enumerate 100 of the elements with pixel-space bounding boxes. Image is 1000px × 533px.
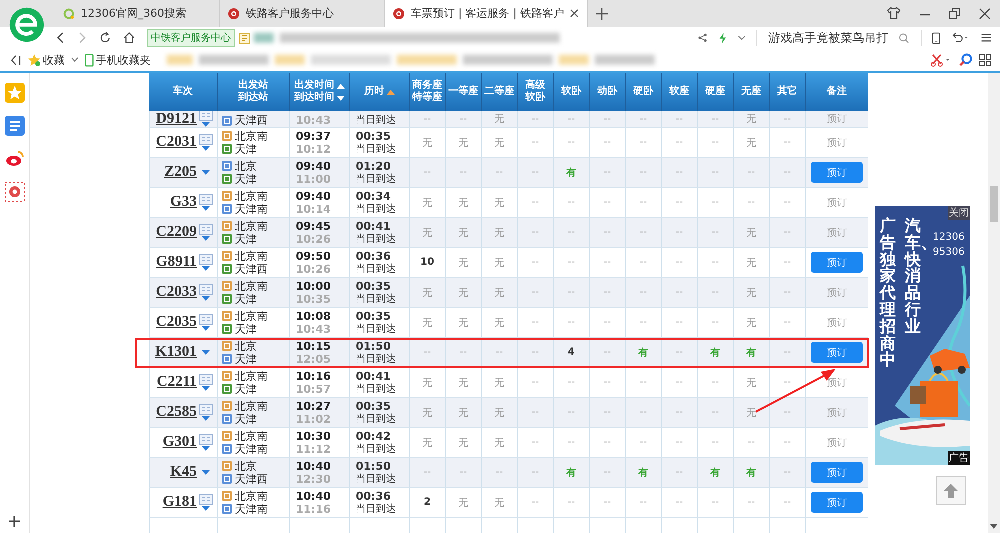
book-button[interactable]: 预订 xyxy=(811,462,863,483)
seat-availability: -- xyxy=(784,377,792,388)
collapse-sidebar-icon[interactable] xyxy=(10,54,22,66)
train-number[interactable]: G33 xyxy=(170,194,197,211)
browser-tab[interactable]: 车票预订 | 客运服务 | 铁路客户 xyxy=(385,0,588,27)
seat-availability: -- xyxy=(712,167,720,178)
chevron-down-icon[interactable] xyxy=(738,34,746,42)
duration: 00:41 xyxy=(356,220,392,232)
start-station-icon xyxy=(222,371,232,381)
seat-availability: 无 xyxy=(422,406,432,420)
seat-availability: -- xyxy=(460,114,468,124)
dropdown-icon[interactable] xyxy=(201,350,211,356)
station-name: 北京南 xyxy=(235,280,268,292)
column-header[interactable]: 车次 xyxy=(149,73,217,111)
train-number[interactable]: Z205 xyxy=(164,164,197,181)
home-icon[interactable] xyxy=(123,30,136,46)
train-number[interactable]: C2031 xyxy=(156,134,197,151)
book-button[interactable]: 预订 xyxy=(811,342,863,363)
train-number[interactable]: K45 xyxy=(170,464,197,481)
pass-station-icon xyxy=(222,161,232,171)
share-icon[interactable] xyxy=(698,32,708,44)
seat-availability: -- xyxy=(424,467,432,478)
train-number[interactable]: G8911 xyxy=(156,254,197,271)
scroll-down-icon[interactable] xyxy=(990,524,998,529)
seat-availability: -- xyxy=(604,437,612,448)
bookmark-item[interactable]: 收藏 xyxy=(28,52,65,68)
menu-icon[interactable] xyxy=(980,32,992,44)
seat-availability: -- xyxy=(568,257,576,268)
seat-availability: 无 xyxy=(458,256,468,270)
close-icon[interactable] xyxy=(570,9,580,18)
ad-close-button[interactable]: 关闭 xyxy=(948,206,970,220)
book-link[interactable]: 预订 xyxy=(827,436,847,450)
station-name: 北京南 xyxy=(235,220,268,232)
station-name: 天津南 xyxy=(235,202,268,216)
seat-availability: -- xyxy=(748,497,756,508)
book-link[interactable]: 预订 xyxy=(827,136,847,150)
add-icon[interactable] xyxy=(9,516,20,527)
departure-time: 10:16 xyxy=(296,370,332,382)
undo-icon[interactable] xyxy=(952,31,970,45)
scissors-icon[interactable] xyxy=(931,54,953,66)
seat-availability: -- xyxy=(784,407,792,418)
seat-availability: -- xyxy=(712,287,720,298)
train-number[interactable]: D9121 xyxy=(156,111,197,127)
book-link[interactable]: 预订 xyxy=(827,376,847,390)
dropdown-icon[interactable] xyxy=(201,470,211,476)
search-icon[interactable] xyxy=(899,32,910,44)
seat-availability: -- xyxy=(784,287,792,298)
back-to-top-button[interactable] xyxy=(936,476,966,505)
train-number[interactable]: G301 xyxy=(162,434,197,451)
back-icon[interactable] xyxy=(55,30,66,46)
seat-availability: -- xyxy=(568,197,576,208)
seat-availability: -- xyxy=(676,347,684,358)
seat-availability: 无 xyxy=(494,226,504,240)
grid-icon[interactable] xyxy=(979,54,992,66)
book-link[interactable]: 预订 xyxy=(827,286,847,300)
new-tab-icon[interactable] xyxy=(596,8,608,20)
book-link[interactable]: 预订 xyxy=(827,226,847,240)
browser-tab[interactable]: 12306官网_360搜索 xyxy=(55,0,220,27)
book-button[interactable]: 预订 xyxy=(811,162,863,183)
start-station-icon xyxy=(222,461,232,471)
seat-availability: -- xyxy=(604,114,612,124)
seat-availability: -- xyxy=(532,347,540,358)
train-number[interactable]: C2211 xyxy=(156,374,197,391)
arrival-note: 当日到达 xyxy=(356,114,397,127)
shirt-icon[interactable] xyxy=(887,7,901,20)
restore-icon[interactable] xyxy=(949,8,961,20)
dropdown-icon[interactable] xyxy=(201,170,211,176)
seat-availability: 无 xyxy=(458,496,468,510)
search-field[interactable]: 游戏高手竟被菜鸟吊打 xyxy=(768,30,888,46)
close-icon[interactable] xyxy=(979,8,991,20)
bookmark-item[interactable]: 手机收藏夹 xyxy=(85,52,151,68)
train-number[interactable]: G181 xyxy=(162,494,197,511)
seat-availability: -- xyxy=(568,317,576,328)
scroll-thumb[interactable] xyxy=(990,186,998,222)
book-button[interactable]: 预订 xyxy=(811,252,863,273)
seat-availability: 无 xyxy=(422,376,432,390)
train-number[interactable]: C2033 xyxy=(156,284,197,301)
list-icon[interactable] xyxy=(4,116,24,136)
scrollbar[interactable] xyxy=(988,73,1000,533)
chevron-down-icon[interactable] xyxy=(71,57,79,63)
address-field[interactable]: 中铁客户服务中心 xyxy=(146,28,687,48)
departure-time: 10:30 xyxy=(296,430,332,442)
duration: 00:42 xyxy=(356,430,392,442)
arrival-time: 11:02 xyxy=(296,412,332,426)
book-link[interactable]: 预订 xyxy=(827,316,847,330)
book-link[interactable]: 预订 xyxy=(827,406,847,420)
search-icon[interactable] xyxy=(959,53,973,67)
train-number[interactable]: C2209 xyxy=(156,224,197,241)
seat-availability: -- xyxy=(784,167,792,178)
phone-icon[interactable] xyxy=(932,30,942,46)
book-button[interactable]: 预订 xyxy=(811,492,863,513)
pass-station-icon xyxy=(222,204,232,214)
seat-availability: -- xyxy=(784,437,792,448)
train-number[interactable]: C2035 xyxy=(156,314,197,331)
book-link[interactable]: 预订 xyxy=(827,112,847,126)
train-number[interactable]: K1301 xyxy=(155,344,197,361)
lightning-icon[interactable] xyxy=(718,32,726,44)
station-name: 北京 xyxy=(235,460,257,472)
train-number[interactable]: C2585 xyxy=(156,404,197,421)
book-link[interactable]: 预订 xyxy=(827,196,847,210)
